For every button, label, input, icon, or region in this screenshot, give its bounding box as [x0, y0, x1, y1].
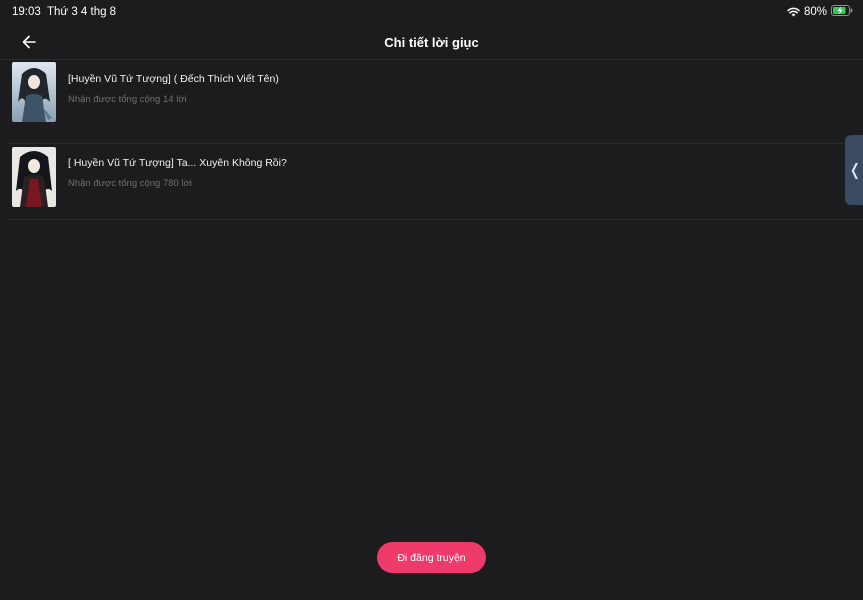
- battery-percent: 80%: [803, 6, 827, 18]
- story-title: [ Huyền Vũ Tứ Tượng] Ta... Xuyên Không R…: [68, 157, 287, 169]
- app-screen: 19:03 Thứ 3 4 thg 8 80% Chi tiết lời giụ…: [0, 0, 863, 600]
- status-bar: 19:03 Thứ 3 4 thg 8 80%: [0, 0, 863, 24]
- status-indicators: 80%: [787, 5, 853, 19]
- wifi-icon: [787, 7, 800, 17]
- status-date: Thứ 3 4 thg 8: [47, 6, 117, 18]
- post-story-button[interactable]: Đi đăng truyện: [377, 542, 486, 573]
- story-list-item[interactable]: [ Huyền Vũ Tứ Tượng] Ta... Xuyên Không R…: [8, 136, 863, 220]
- side-drawer-tab[interactable]: ❬: [845, 135, 863, 205]
- story-cover-image: [12, 147, 56, 207]
- chevron-left-icon: ❬: [848, 162, 862, 179]
- story-title: [Huyền Vũ Tứ Tượng] ( Đếch Thích Viết Tê…: [68, 73, 279, 85]
- story-subtitle: Nhận được tổng cộng 14 lời: [68, 94, 187, 105]
- story-cover-image: [12, 62, 56, 122]
- status-time: 19:03: [12, 6, 41, 18]
- nav-bar: Chi tiết lời giục: [0, 26, 863, 60]
- page-title: Chi tiết lời giục: [384, 35, 479, 50]
- story-list-item[interactable]: [Huyền Vũ Tứ Tượng] ( Đếch Thích Viết Tê…: [8, 60, 863, 144]
- story-subtitle: Nhận được tổng cộng 780 lời: [68, 178, 192, 189]
- story-list: [Huyền Vũ Tứ Tượng] ( Đếch Thích Viết Tê…: [0, 60, 863, 220]
- battery-charging-icon: [831, 3, 853, 21]
